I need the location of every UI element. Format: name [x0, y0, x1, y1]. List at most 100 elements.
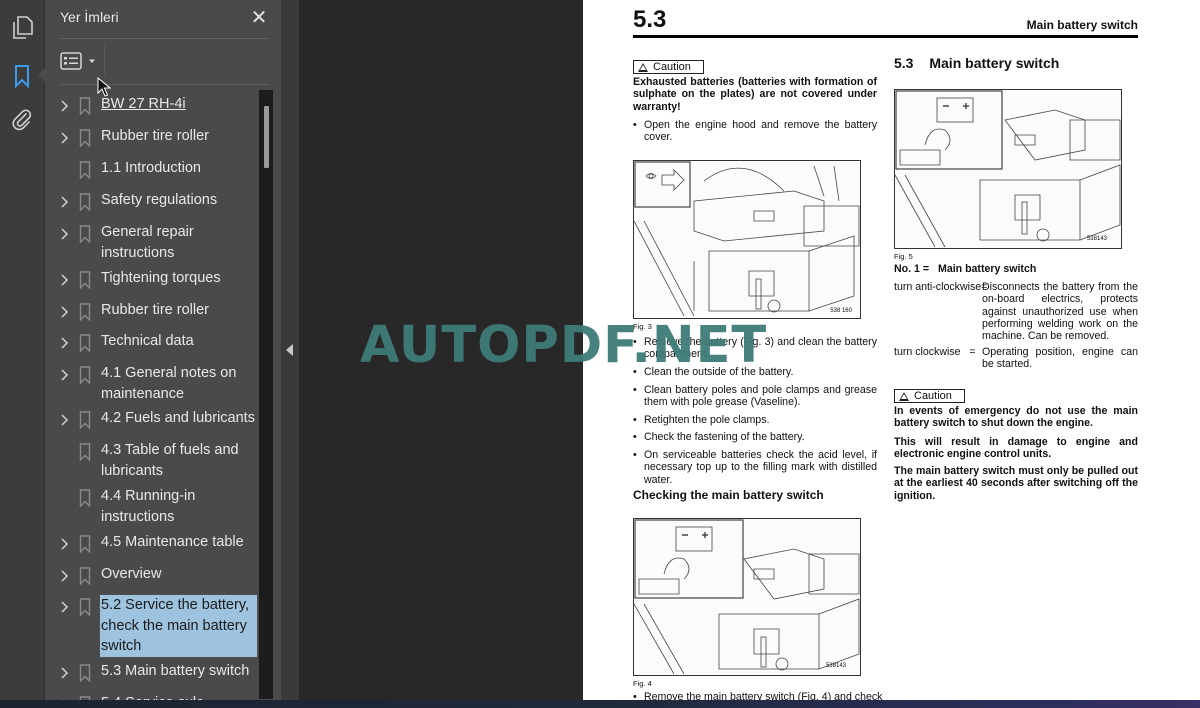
pages-icon[interactable]	[8, 14, 36, 42]
bookmark-flag-icon	[79, 489, 91, 507]
bookmark-label[interactable]: Overview	[101, 564, 257, 585]
bookmark-label[interactable]: 1.1 Introduction	[101, 158, 257, 179]
navigation-rail	[0, 0, 46, 700]
chevron-down-icon	[89, 59, 95, 63]
warning-icon	[638, 62, 648, 72]
divider	[104, 46, 105, 74]
bookmark-flag-icon	[79, 443, 91, 461]
bullet-item: Remove the main battery switch (Fig. 4) …	[633, 691, 893, 700]
figure-5: 538143	[894, 89, 1122, 249]
figure-caption: Fig. 5	[894, 252, 913, 261]
definition-term: turn clockwise =	[894, 346, 976, 358]
chevron-right-icon[interactable]	[57, 99, 71, 113]
bookmark-flag-icon	[79, 303, 91, 321]
bookmark-label[interactable]: General repair instructions	[101, 222, 257, 263]
figure-4: 538143	[633, 518, 861, 676]
options-dropdown-button[interactable]	[60, 48, 100, 74]
bookmark-icon[interactable]	[8, 62, 36, 90]
chevron-right-icon[interactable]	[57, 368, 71, 382]
caution-text: In events of emergency do not use the ma…	[894, 405, 1138, 430]
definition-desc: Operating position, engine can be starte…	[982, 346, 1138, 371]
bookmark-scrollbar[interactable]	[259, 90, 273, 699]
list-options-icon	[60, 52, 82, 70]
bookmark-flag-icon	[79, 193, 91, 211]
bookmark-flag-icon	[79, 334, 91, 352]
bookmark-label[interactable]: Technical data	[101, 331, 257, 352]
caution-text: Exhausted batteries (batteries with form…	[633, 76, 877, 113]
collapse-panel-arrow-icon[interactable]	[286, 344, 293, 356]
section-title-number: 5.3	[894, 55, 914, 71]
chevron-right-icon[interactable]	[57, 413, 71, 427]
bookmark-label[interactable]: Tightening torques	[101, 268, 257, 289]
header-rule	[633, 35, 1138, 38]
figure-code: 538143	[825, 663, 846, 669]
bookmark-flag-icon	[79, 535, 91, 553]
bookmark-flag-icon	[79, 129, 91, 147]
chevron-right-icon[interactable]	[57, 336, 71, 350]
chevron-right-icon[interactable]	[57, 305, 71, 319]
bookmark-flag-icon	[79, 271, 91, 289]
chevron-right-icon[interactable]	[57, 537, 71, 551]
figure-code: 538 160	[830, 308, 852, 314]
bullet-item: Clean battery poles and pole clamps and …	[633, 384, 877, 409]
chevron-right-icon[interactable]	[57, 666, 71, 680]
bookmark-label[interactable]: 4.5 Maintenance table	[101, 532, 257, 553]
bookmark-flag-icon	[79, 366, 91, 384]
section-number: 5.3	[633, 6, 667, 33]
bookmark-label[interactable]: 5.4 Service axle	[101, 693, 257, 700]
watermark-text: AUTOPDF.NET	[360, 316, 768, 375]
chevron-right-icon[interactable]	[57, 600, 71, 614]
panel-header: Yer İmleri ✕	[60, 6, 270, 32]
close-panel-button[interactable]: ✕	[248, 6, 270, 28]
caution-box-left: Caution	[633, 60, 704, 74]
bookmark-label[interactable]: 5.3 Main battery switch	[101, 661, 257, 682]
bookmark-label[interactable]: 4.1 General notes on maintenance	[101, 363, 257, 404]
bullet-item: Open the engine hood and remove the batt…	[633, 119, 877, 144]
chevron-right-icon[interactable]	[57, 131, 71, 145]
chevron-right-icon[interactable]	[57, 195, 71, 209]
bookmark-flag-icon	[79, 664, 91, 682]
definition-term: turn anti-clockwise=	[894, 281, 988, 293]
caution-text: The main battery switch must only be pul…	[894, 465, 1138, 502]
panel-title: Yer İmleri	[60, 9, 119, 25]
chevron-right-icon[interactable]	[57, 273, 71, 287]
warning-icon	[899, 391, 909, 401]
scrollbar-thumb[interactable]	[264, 106, 269, 168]
bookmark-flag-icon	[79, 411, 91, 429]
bookmark-label[interactable]: Rubber tire roller	[101, 126, 257, 147]
bookmark-flag-icon	[79, 225, 91, 243]
caution-label: Caution	[914, 390, 952, 402]
section-title-text: Main battery switch	[929, 55, 1060, 71]
mouse-cursor-icon	[97, 77, 111, 97]
figure-code: 538143	[1086, 236, 1107, 242]
attachment-icon[interactable]	[8, 106, 36, 134]
battery-compartment-illustration	[634, 161, 860, 317]
figure-caption: Fig. 4	[633, 679, 652, 688]
chevron-right-icon[interactable]	[57, 569, 71, 583]
divider	[60, 38, 270, 39]
bookmark-label[interactable]: Rubber tire roller	[101, 300, 257, 321]
bullet-item: Check the fastening of the battery.	[633, 431, 877, 444]
bookmark-label[interactable]: 4.2 Fuels and lubricants	[101, 408, 257, 429]
main-switch-illustration	[634, 519, 860, 675]
bookmark-label[interactable]: BW 27 RH-4i	[101, 94, 257, 115]
bookmark-label[interactable]: 4.4 Running-in instructions	[101, 486, 257, 527]
caution-text: This will result in damage to engine and…	[894, 436, 1138, 461]
bookmark-label[interactable]: 5.2 Service the battery, check the main …	[99, 594, 258, 658]
taskbar	[0, 700, 1200, 708]
section-title: 5.3 Main battery switch	[894, 55, 1059, 71]
bookmark-tree: BW 27 RH-4i Rubber tire roller 1.1 Introdu…	[45, 90, 259, 700]
main-switch-illustration	[895, 90, 1121, 248]
chevron-right-icon[interactable]	[57, 227, 71, 241]
running-header: Main battery switch	[1026, 18, 1138, 32]
bookmark-flag-icon	[79, 598, 91, 616]
figure-3: 538 160	[633, 160, 861, 319]
definition-desc: Disconnects the battery from the on-boar…	[982, 281, 1138, 343]
bookmarks-panel: Yer İmleri ✕ BW 27 RH-4i Rubber tire roll…	[45, 0, 281, 700]
bookmark-label[interactable]: 4.3 Table of fuels and lubricants	[101, 440, 257, 481]
pdf-viewer: Yer İmleri ✕ BW 27 RH-4i Rubber tire roll…	[0, 0, 1200, 708]
bookmark-flag-icon	[79, 567, 91, 585]
bookmark-label[interactable]: Safety regulations	[101, 190, 257, 211]
legend-desc: Main battery switch	[938, 263, 1037, 275]
bookmark-flag-icon	[79, 97, 91, 115]
